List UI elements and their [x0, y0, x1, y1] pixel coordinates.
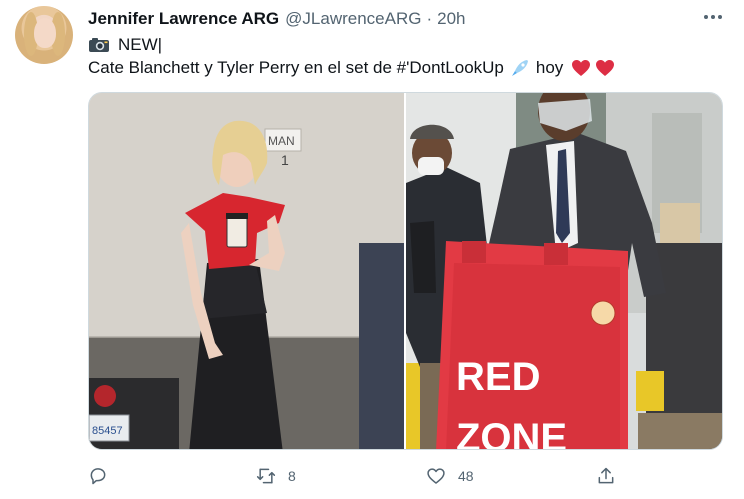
tweet-text-line-1: NEW| [88, 33, 162, 57]
tweet-text: NEW| [118, 35, 163, 54]
tweet-actions: 8 48 [88, 462, 723, 490]
author-name[interactable]: Jennifer Lawrence ARG [88, 9, 279, 29]
avatar-face [34, 18, 56, 48]
like-button[interactable]: 48 [426, 462, 474, 490]
tweet-header: Jennifer Lawrence ARG @JLawrenceARG · 20… [88, 8, 466, 30]
camera-icon [89, 38, 109, 52]
tweet-text-line-2: Cate Blanchett y Tyler Perry en el set d… [88, 56, 615, 80]
tweet[interactable]: Jennifer Lawrence ARG @JLawrenceARG · 20… [0, 0, 744, 499]
red-sign-text-2: ZONE [456, 416, 567, 449]
photo-tyler-perry[interactable]: RED ZONE [406, 93, 722, 449]
retweet-button[interactable]: 8 [256, 462, 296, 490]
tweet-time[interactable]: 20h [437, 9, 465, 29]
tweet-text: Cate Blanchett y Tyler Perry en el set d… [88, 58, 504, 77]
author-handle[interactable]: @JLawrenceARG [285, 9, 421, 29]
separator-dot: · [426, 9, 433, 28]
more-icon[interactable] [699, 6, 727, 28]
share-icon [598, 467, 614, 484]
like-icon [427, 468, 445, 484]
red-sign-text: RED [456, 355, 540, 399]
reply-button[interactable] [88, 462, 120, 490]
heart-icon [572, 60, 591, 76]
photo-cate-blanchett[interactable]: 85457 MAN 1 [89, 93, 404, 449]
avatar[interactable] [15, 6, 73, 64]
media-grid[interactable]: 85457 MAN 1 RED ZONE [88, 92, 723, 450]
rocket-icon [511, 60, 528, 76]
share-button[interactable] [596, 462, 616, 490]
reply-icon [90, 468, 106, 485]
retweet-icon [256, 468, 276, 484]
retweet-count: 8 [288, 468, 296, 484]
heart-icon [596, 60, 615, 76]
like-count: 48 [458, 468, 474, 484]
license-plate: 85457 [92, 425, 123, 437]
wall-sign-number: 1 [281, 152, 289, 168]
tweet-text-end: hoy [535, 58, 564, 77]
wall-sign-text: MAN [268, 134, 295, 148]
